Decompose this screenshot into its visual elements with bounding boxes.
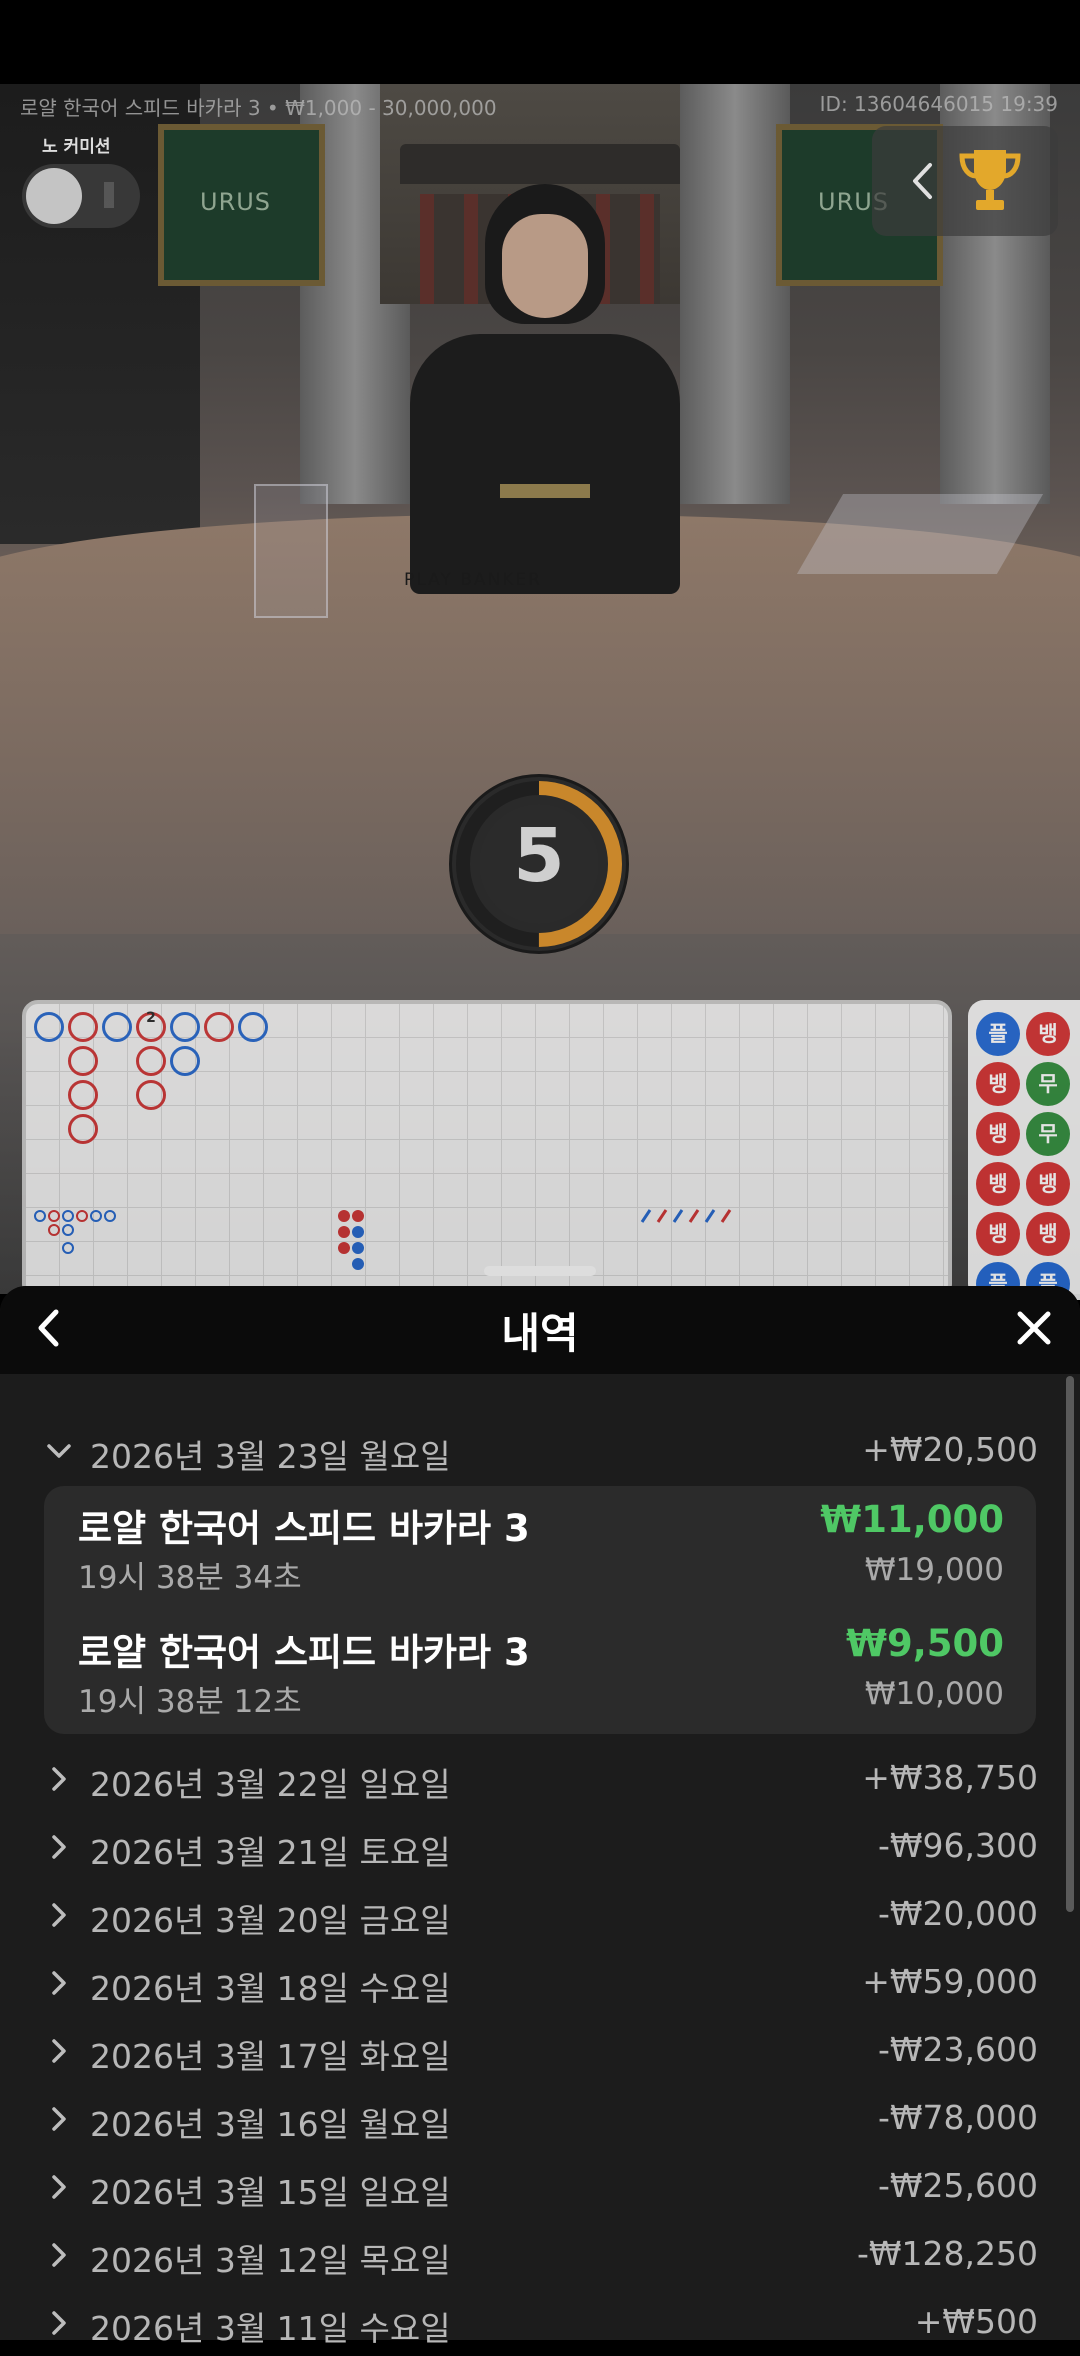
- road-mark-banker: [204, 1012, 234, 1042]
- bead-road-mark: 무: [1026, 1112, 1070, 1156]
- road-mark-banker: [68, 1046, 98, 1076]
- chevron-right-icon: [52, 1971, 66, 1995]
- bead-road-scoreboard[interactable]: 플뱅뱅무뱅무뱅뱅뱅뱅플플: [968, 1000, 1080, 1306]
- toggle-knob: [26, 168, 82, 224]
- history-day-row[interactable]: 2026년 3월 15일 일요일 -₩25,600: [44, 2160, 1038, 2220]
- bet-game-name: 로얄 한국어 스피드 바카라 3: [78, 1507, 530, 1550]
- history-title: 내역: [501, 1309, 579, 1358]
- history-day-date: 2026년 3월 16일 월요일: [90, 2105, 451, 2144]
- history-day-date: 2026년 3월 21일 토요일: [90, 1833, 451, 1872]
- tie-count: 2: [146, 1010, 156, 1026]
- road-mark-player: [170, 1012, 200, 1042]
- sheet-grabber[interactable]: [484, 1266, 596, 1276]
- road-mark-player: [170, 1046, 200, 1076]
- history-day-row[interactable]: 2026년 3월 16일 월요일 -₩78,000: [44, 2092, 1038, 2152]
- chevron-right-icon: [52, 1835, 66, 1859]
- history-day-row[interactable]: 2026년 3월 12일 목요일 -₩128,250: [44, 2228, 1038, 2288]
- countdown-number: 5: [513, 813, 565, 899]
- history-day-total: -₩25,600: [877, 2166, 1038, 2205]
- close-icon: [1017, 1311, 1051, 1345]
- bead-road-mark: 뱅: [976, 1212, 1020, 1256]
- history-day-total: -₩128,250: [856, 2234, 1038, 2273]
- close-button[interactable]: [1006, 1300, 1062, 1356]
- scrollbar[interactable]: [1066, 1376, 1074, 1912]
- history-day-date: 2026년 3월 18일 수요일: [90, 1969, 451, 2008]
- bet-time: 19시 38분 34초: [78, 1560, 302, 1596]
- chevron-right-icon: [52, 2175, 66, 2199]
- chevron-right-icon: [52, 2243, 66, 2267]
- road-mark-player: [238, 1012, 268, 1042]
- history-day-row[interactable]: 2026년 3월 21일 토요일 -₩96,300: [44, 1820, 1038, 1880]
- video-pillar: [680, 84, 790, 504]
- road-mark-banker: [136, 1080, 166, 1110]
- bet-row[interactable]: 로얄 한국어 스피드 바카라 3 19시 38분 34초 ₩11,000 ₩19…: [78, 1486, 1004, 1596]
- road-mark-banker: [68, 1012, 98, 1042]
- chevron-down-icon: [47, 1444, 71, 1458]
- leaderboard-panel[interactable]: [872, 126, 1058, 236]
- bet-row[interactable]: 로얄 한국어 스피드 바카라 3 19시 38분 12초 ₩9,500 ₩10,…: [78, 1610, 1004, 1720]
- road-mark-banker: [68, 1080, 98, 1110]
- chevron-right-icon: [52, 2311, 66, 2335]
- no-commission-label: 노 커미션: [42, 137, 111, 157]
- road-mark-banker: [68, 1114, 98, 1144]
- history-day-total: -₩78,000: [877, 2098, 1038, 2137]
- history-day-date: 2026년 3월 12일 목요일: [90, 2241, 451, 2280]
- cockroach-road: [640, 1209, 732, 1223]
- history-day-row[interactable]: 2026년 3월 20일 금요일 -₩20,000: [44, 1888, 1038, 1948]
- countdown-timer: 5: [449, 774, 629, 954]
- bead-road-mark: 뱅: [1026, 1212, 1070, 1256]
- chevron-left-icon[interactable]: [910, 162, 934, 200]
- history-day-date: 2026년 3월 23일 월요일: [90, 1437, 451, 1476]
- chevron-right-icon: [52, 1767, 66, 1791]
- history-day-total: -₩20,000: [877, 1894, 1038, 1933]
- trophy-icon[interactable]: [958, 146, 1022, 214]
- big-road-scoreboard[interactable]: 2: [22, 1000, 952, 1300]
- history-day-total: +₩20,500: [862, 1430, 1038, 1469]
- bead-road-mark: 뱅: [976, 1062, 1020, 1106]
- history-day-row[interactable]: 2026년 3월 11일 수요일 +₩500: [44, 2296, 1038, 2356]
- table-info: 로얄 한국어 스피드 바카라 3 • ₩1,000 - 30,000,000: [20, 96, 497, 120]
- history-day-date: 2026년 3월 20일 금요일: [90, 1901, 451, 1940]
- history-day-total: +₩38,750: [862, 1758, 1038, 1797]
- bead-road-mark: 플: [976, 1012, 1020, 1056]
- card-discard-box: [254, 484, 328, 618]
- bead-road-mark: 뱅: [1026, 1162, 1070, 1206]
- history-day-row[interactable]: 2026년 3월 23일 월요일 +₩20,500: [44, 1424, 1038, 1484]
- history-header: 내역: [0, 1286, 1080, 1374]
- no-commission-toggle[interactable]: [22, 164, 140, 228]
- history-day-total: +₩59,000: [862, 1962, 1038, 2001]
- history-day-date: 2026년 3월 15일 일요일: [90, 2173, 451, 2212]
- table-print: PLAY BANKER: [404, 570, 542, 590]
- bet-stake-amount: ₩19,000: [864, 1552, 1004, 1588]
- history-day-row[interactable]: 2026년 3월 18일 수요일 +₩59,000: [44, 1956, 1038, 2016]
- history-day-date: 2026년 3월 22일 일요일: [90, 1765, 451, 1804]
- bead-road-mark: 뱅: [976, 1112, 1020, 1156]
- history-day-row[interactable]: 2026년 3월 22일 일요일 +₩38,750: [44, 1752, 1038, 1812]
- chevron-right-icon: [52, 2039, 66, 2063]
- brand-screen-left: URUS: [158, 124, 325, 286]
- bet-game-name: 로얄 한국어 스피드 바카라 3: [78, 1631, 530, 1674]
- history-day-row[interactable]: 2026년 3월 17일 화요일 -₩23,600: [44, 2024, 1038, 2084]
- road-mark-player: [102, 1012, 132, 1042]
- road-mark-player: [34, 1012, 64, 1042]
- status-bar: [0, 0, 1080, 84]
- bead-road-mark: 뱅: [976, 1162, 1020, 1206]
- dealer: [410, 184, 680, 624]
- road-mark-banker: [136, 1046, 166, 1076]
- history-day-total: +₩500: [914, 2302, 1038, 2341]
- bead-road-mark: 무: [1026, 1062, 1070, 1106]
- chevron-right-icon: [52, 1903, 66, 1927]
- bet-win-amount: ₩9,500: [846, 1622, 1004, 1665]
- day-detail-panel: 로얄 한국어 스피드 바카라 3 19시 38분 34초 ₩11,000 ₩19…: [44, 1486, 1036, 1734]
- history-day-total: -₩96,300: [877, 1826, 1038, 1865]
- bet-time: 19시 38분 12초: [78, 1684, 302, 1720]
- bead-road-mark: 뱅: [1026, 1012, 1070, 1056]
- bet-stake-amount: ₩10,000: [864, 1676, 1004, 1712]
- history-day-total: -₩23,600: [877, 2030, 1038, 2069]
- bet-win-amount: ₩11,000: [820, 1498, 1004, 1541]
- history-day-date: 2026년 3월 11일 수요일: [90, 2309, 451, 2348]
- history-day-date: 2026년 3월 17일 화요일: [90, 2037, 451, 2076]
- chevron-right-icon: [52, 2107, 66, 2131]
- round-id: ID: 13604646015 19:39: [819, 92, 1058, 116]
